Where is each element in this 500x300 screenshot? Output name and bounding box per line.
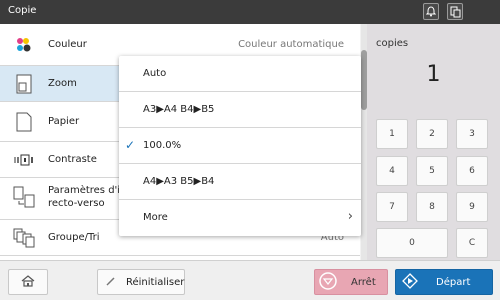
keypad-key-2[interactable]: 2 — [416, 119, 448, 149]
device-status-icon[interactable] — [447, 3, 463, 20]
keypad-key-7[interactable]: 7 — [376, 192, 408, 222]
zoom-option-a3-a4[interactable]: A3▶A4 B4▶B5 — [119, 92, 361, 128]
keypad-key-clear[interactable]: C — [456, 228, 488, 258]
stop-label: Arrêt — [351, 276, 376, 288]
zoom-option-more[interactable]: More › — [119, 200, 361, 236]
start-button[interactable]: Départ — [395, 269, 493, 295]
keypad-key-0[interactable]: 0 — [376, 228, 448, 258]
zoom-option-100-percent[interactable]: ✓ 100.0% — [119, 128, 361, 164]
keypad-key-6[interactable]: 6 — [456, 156, 488, 186]
setting-label: Groupe/Tri — [48, 232, 100, 243]
setting-label: Zoom — [48, 78, 77, 89]
notification-bell-icon[interactable] — [423, 3, 439, 20]
pencil-icon — [106, 276, 116, 289]
home-icon — [21, 274, 35, 290]
duplex-icon — [12, 186, 36, 208]
reset-label: Réinitialiser — [126, 276, 185, 288]
copies-value: 1 — [426, 62, 441, 87]
keypad-key-8[interactable]: 8 — [416, 192, 448, 222]
option-label: A3▶A4 B4▶B5 — [143, 104, 215, 115]
start-label: Départ — [436, 276, 471, 288]
setting-value: Couleur automatique — [238, 39, 344, 50]
zoom-option-auto[interactable]: Auto — [119, 56, 361, 92]
collate-icon — [12, 227, 36, 249]
contrast-icon — [12, 149, 36, 171]
stop-icon — [319, 271, 337, 293]
option-label: A4▶A3 B5▶B4 — [143, 176, 215, 187]
setting-label-line1: Paramètres d'i — [48, 185, 121, 196]
keypad-key-4[interactable]: 4 — [376, 156, 408, 186]
start-diamond-icon — [402, 272, 418, 292]
option-label: 100.0% — [143, 140, 182, 151]
chevron-right-icon: › — [347, 209, 353, 224]
stop-button[interactable]: Arrêt — [314, 269, 388, 295]
setting-label: Couleur — [48, 39, 87, 50]
paper-icon — [12, 111, 36, 133]
keypad-key-1[interactable]: 1 — [376, 119, 408, 149]
zoom-option-a4-a3[interactable]: A4▶A3 B5▶B4 — [119, 164, 361, 200]
setting-label: Papier — [48, 116, 80, 127]
reset-button[interactable]: Réinitialiser — [97, 269, 185, 295]
color-dots-icon — [12, 34, 36, 56]
keypad-key-9[interactable]: 9 — [456, 192, 488, 222]
copies-label: copies — [376, 38, 409, 49]
zoom-dropdown: Auto A3▶A4 B4▶B5 ✓ 100.0% A4▶A3 B5▶B4 Mo… — [119, 56, 361, 236]
app-title: Copie — [8, 5, 37, 16]
option-label: Auto — [143, 68, 167, 79]
keypad-key-3[interactable]: 3 — [456, 119, 488, 149]
keypad-key-5[interactable]: 5 — [416, 156, 448, 186]
check-icon: ✓ — [125, 138, 136, 152]
option-label: More — [143, 212, 168, 223]
setting-label: Contraste — [48, 154, 97, 165]
zoom-page-icon — [12, 73, 36, 95]
home-button[interactable] — [8, 269, 48, 295]
setting-label-line2: recto-verso — [48, 198, 105, 209]
